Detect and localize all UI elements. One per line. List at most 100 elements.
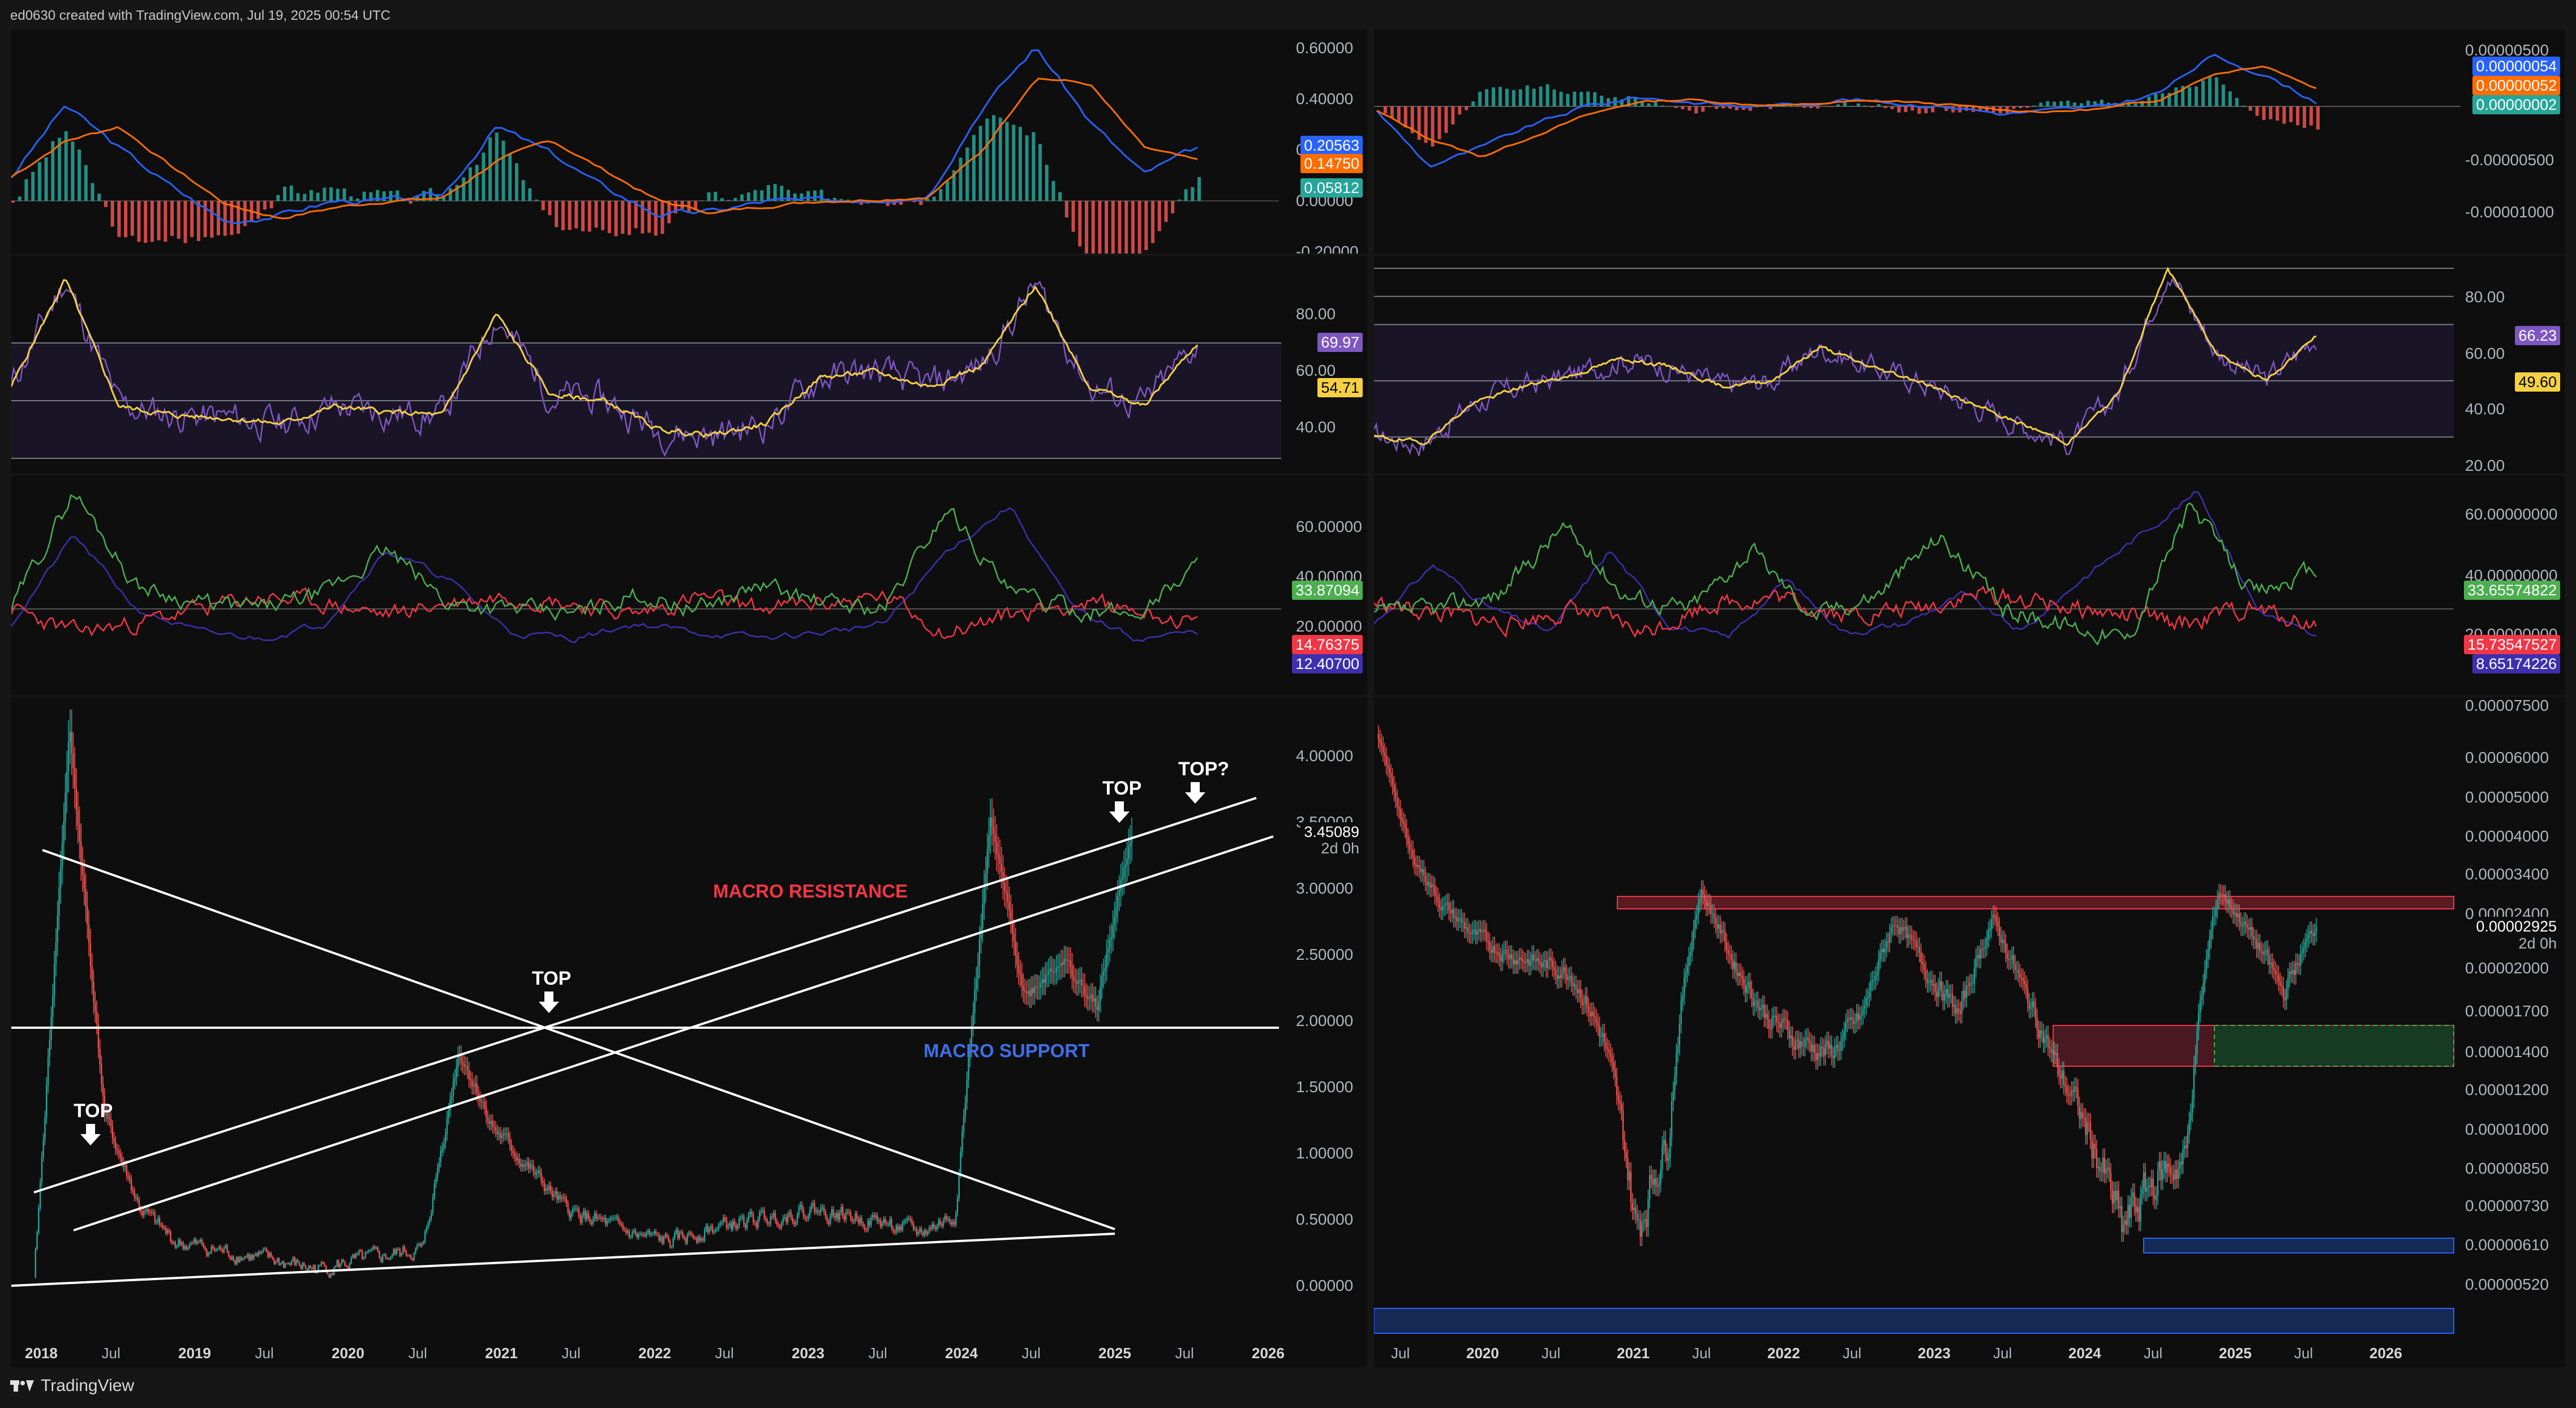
- candle-body: [798, 1207, 800, 1216]
- candle-body: [353, 1255, 355, 1258]
- candle-body: [1544, 960, 1545, 961]
- histogram-bar: [448, 188, 452, 201]
- histogram-bar: [1836, 104, 1840, 106]
- candle-body: [1003, 883, 1006, 891]
- candle-body: [644, 1234, 646, 1236]
- candle-body: [806, 1218, 808, 1220]
- candle-body: [1813, 1045, 1815, 1053]
- histogram-bar: [2080, 103, 2084, 106]
- candle-body: [446, 1117, 448, 1135]
- right-rsi-panel[interactable]: 80.00 60.00 40.00 20.00 66.23 49.60: [1374, 256, 2565, 473]
- left-rsi-panel[interactable]: 80.00 60.00 40.00 69.97 54.71: [11, 256, 1367, 473]
- histogram-bar: [1478, 92, 1482, 106]
- candle-body: [1616, 1076, 1618, 1096]
- candle-body: [352, 1255, 354, 1257]
- candle-body: [1909, 934, 1911, 935]
- candle-body: [1735, 961, 1737, 973]
- left-macd-panel[interactable]: 0.600000.400000.200000.00000-0.20000 0.2…: [11, 29, 1367, 254]
- candle-body: [1716, 924, 1718, 929]
- candle-body: [628, 1231, 630, 1238]
- candle-body: [101, 1064, 102, 1084]
- candle-body: [583, 1210, 585, 1216]
- candle-body: [1379, 739, 1381, 743]
- candle-body: [982, 904, 984, 929]
- histogram-bar: [283, 186, 287, 201]
- candle-body: [2311, 930, 2312, 934]
- right-dmi-panel[interactable]: 60.00000000 40.00000000 20.00000000 33.655…: [1374, 475, 2565, 695]
- candle-body: [1873, 980, 1875, 981]
- left-dmi-panel[interactable]: 60.00000 40.00000 20.00000 33.87094 14.7637…: [11, 475, 1367, 695]
- right-price-panel[interactable]: 0.00007500 0.00006000 0.00005000 0.00004000…: [1374, 697, 2565, 1367]
- candle-body: [2121, 1205, 2123, 1233]
- candle-body: [251, 1255, 253, 1260]
- candle-body: [977, 965, 979, 980]
- candle-body: [2088, 1122, 2090, 1123]
- candle-body: [1084, 985, 1085, 995]
- candle-body: [2235, 912, 2237, 917]
- candle-body: [234, 1260, 236, 1265]
- histogram-bar: [707, 192, 711, 201]
- candle-body: [2284, 998, 2286, 1001]
- candle-body: [525, 1165, 526, 1167]
- left-price-tick-label: 3.00000: [1296, 879, 1353, 897]
- candle-body: [2180, 1162, 2182, 1165]
- candle-body: [2292, 970, 2294, 974]
- candle-body: [452, 1081, 454, 1096]
- candle-body: [1848, 1018, 1850, 1020]
- candle-body: [1715, 918, 1716, 924]
- macro-support-label: MACRO SUPPORT: [924, 1040, 1089, 1061]
- candle-body: [2011, 955, 2013, 960]
- candle-body: [2069, 1095, 2071, 1096]
- candle-body: [2295, 963, 2297, 975]
- candle-body: [850, 1212, 852, 1219]
- histogram-bar: [2012, 106, 2016, 109]
- candle-body: [1721, 930, 1723, 934]
- histogram-bar: [568, 201, 572, 230]
- candle-body: [409, 1255, 410, 1256]
- candle-body: [1708, 903, 1710, 905]
- candle-body: [1839, 1050, 1840, 1051]
- candle-body: [557, 1195, 560, 1200]
- histogram-bar: [753, 190, 757, 201]
- candle-body: [1787, 1020, 1789, 1031]
- histogram-bar: [1688, 106, 1691, 111]
- candle-body: [780, 1223, 783, 1228]
- candle-body: [1580, 989, 1582, 999]
- candle-body: [225, 1245, 226, 1247]
- candle-body: [716, 1229, 718, 1230]
- candle-body: [1834, 1047, 1836, 1059]
- candle-body: [699, 1237, 701, 1241]
- candle-body: [2127, 1204, 2129, 1225]
- footer-brand[interactable]: TradingView: [10, 1376, 134, 1396]
- candle-body: [2042, 1033, 2044, 1043]
- candle-body: [181, 1242, 183, 1245]
- candle-body: [1957, 1008, 1960, 1011]
- candle-body: [430, 1212, 432, 1219]
- candle-body: [1409, 844, 1411, 850]
- left-price-tick-label: 0.00000: [1296, 1277, 1353, 1294]
- candle-body: [512, 1151, 514, 1153]
- right-macd-panel[interactable]: 0.00000500 -0.00000500 -0.00001000 0.00000…: [1374, 29, 2565, 254]
- candle-body: [1517, 960, 1519, 964]
- left-price-panel[interactable]: MACRO RESISTANCE MACRO SUPPORT TOP TOP TOP TO…: [11, 697, 1367, 1367]
- candle-body: [1751, 989, 1753, 998]
- candle-body: [878, 1220, 880, 1222]
- x-axis-tick-label: 2019: [178, 1345, 211, 1362]
- candle-body: [988, 835, 990, 851]
- candle-body: [2242, 926, 2243, 927]
- candle-body: [735, 1225, 737, 1229]
- candle-body: [402, 1246, 404, 1254]
- candle-body: [1047, 971, 1050, 975]
- candle-body: [2085, 1118, 2086, 1135]
- candle-body: [867, 1220, 869, 1230]
- candle-body: [501, 1135, 503, 1139]
- candle-body: [1944, 994, 1946, 1001]
- histogram-bar: [1910, 106, 1914, 111]
- candle-body: [1603, 1033, 1605, 1042]
- candle-body: [312, 1265, 315, 1269]
- candle-body: [948, 1219, 951, 1222]
- candle-body: [1660, 1169, 1661, 1183]
- candle-body: [1628, 1171, 1630, 1181]
- candle-body: [96, 1011, 98, 1024]
- candle-body: [1487, 941, 1489, 943]
